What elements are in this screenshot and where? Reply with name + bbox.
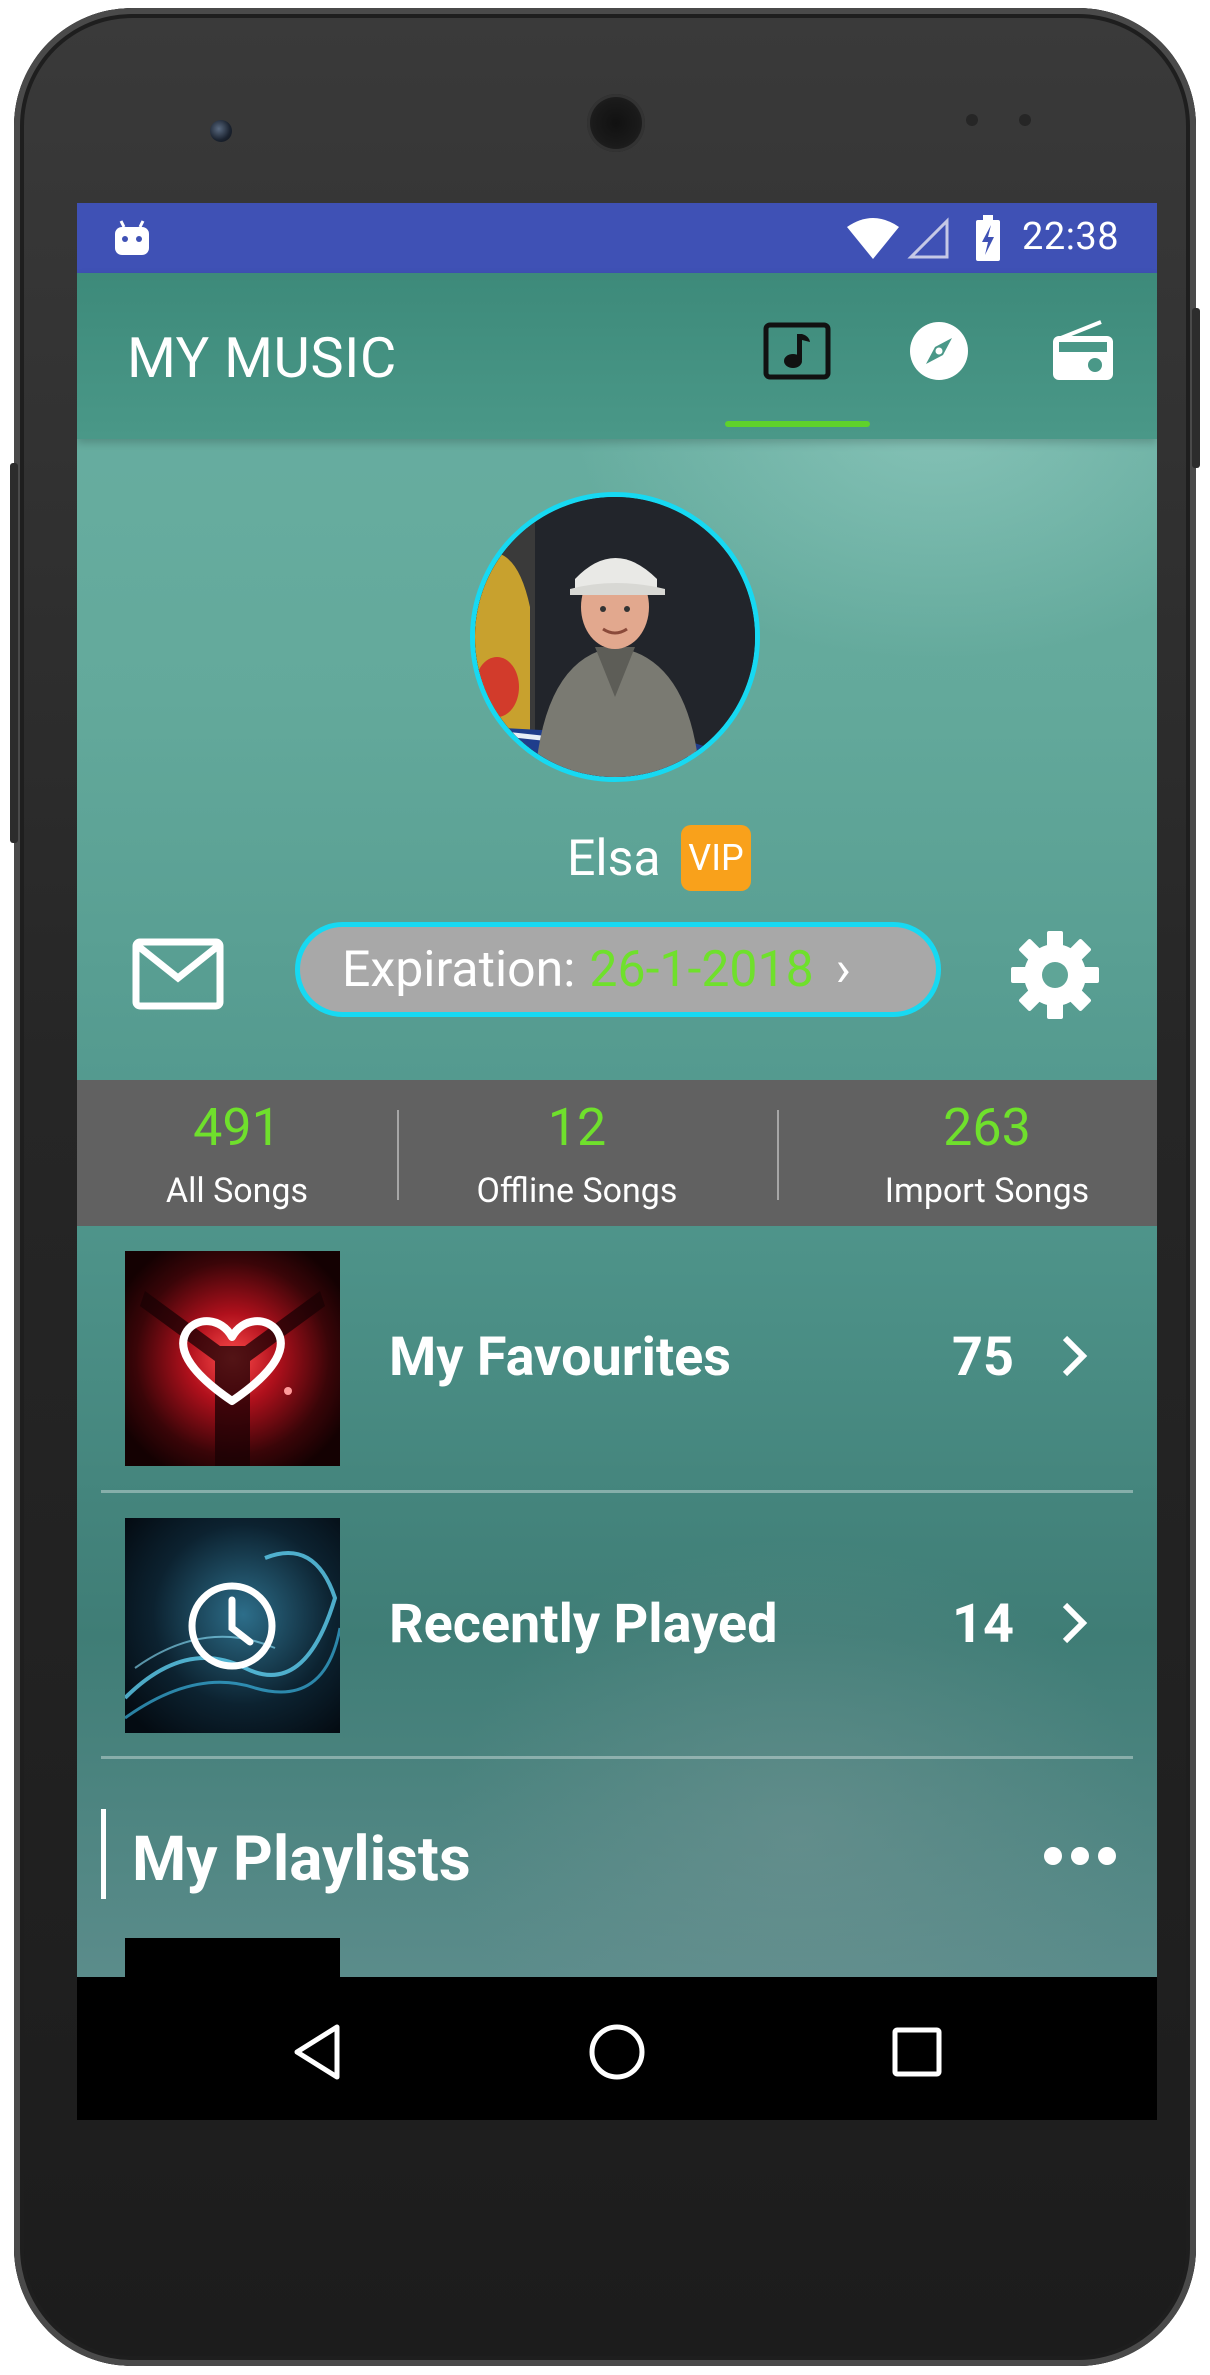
tab-discover[interactable]: [895, 311, 983, 391]
stat-import-songs[interactable]: 263 Import Songs: [837, 1080, 1137, 1226]
stat-offline-songs[interactable]: 12 Offline Songs: [457, 1080, 697, 1226]
front-camera: [210, 120, 232, 142]
stat-value: 263: [943, 1097, 1031, 1158]
list-item-favourites[interactable]: My Favourites 75: [77, 1226, 1157, 1491]
chevron-right-icon: ›: [835, 940, 851, 999]
tab-radio[interactable]: [1039, 311, 1127, 391]
list-item-title: My Favourites: [389, 1326, 732, 1389]
recently-played-thumbnail: [125, 1518, 340, 1733]
gear-icon: [1011, 931, 1099, 1019]
back-icon: [294, 2024, 340, 2080]
expiration-date: 26-1-2018: [589, 940, 814, 999]
profile-photo: [475, 497, 755, 777]
chevron-right-icon: [1062, 1335, 1088, 1377]
earpiece-speaker: [587, 94, 645, 152]
stat-label: Offline Songs: [476, 1171, 678, 1211]
favourites-thumbnail: [125, 1251, 340, 1466]
stat-divider: [397, 1110, 399, 1200]
screen: 22:38 MY MUSIC Elsa VIP Expiration: 26-1…: [77, 203, 1157, 2120]
chevron-right-icon: [1062, 1602, 1088, 1644]
status-time: 22:38: [1022, 215, 1120, 259]
cell-signal-icon: [907, 217, 949, 259]
list-item-recently-played[interactable]: Recently Played 14: [77, 1493, 1157, 1758]
phone-frame: 22:38 MY MUSIC Elsa VIP Expiration: 26-1…: [10, 8, 1200, 2366]
radio-icon: [1053, 320, 1113, 380]
proximity-sensor: [966, 114, 978, 126]
compass-icon: [910, 322, 968, 380]
volume-button: [10, 463, 18, 843]
wifi-icon: [847, 218, 899, 259]
nav-recents-button[interactable]: [882, 2017, 952, 2087]
home-icon: [589, 2024, 645, 2080]
system-nav-bar: [77, 1977, 1157, 2120]
stat-value: 491: [193, 1097, 281, 1158]
mail-icon: [132, 938, 224, 1010]
nav-back-button[interactable]: [282, 2017, 352, 2087]
stat-label: All Songs: [165, 1171, 309, 1211]
list-item-count: 75: [952, 1326, 1014, 1389]
stats-bar: 491 All Songs 12 Offline Songs 263 Impor…: [77, 1080, 1157, 1226]
playlists-header: My Playlists: [77, 1801, 1157, 1901]
nav-home-button[interactable]: [582, 2017, 652, 2087]
stat-divider: [777, 1110, 779, 1200]
avatar[interactable]: [470, 492, 760, 782]
stat-label: Import Songs: [884, 1171, 1090, 1211]
more-options-icon[interactable]: [1042, 1845, 1118, 1867]
power-button: [1192, 308, 1200, 468]
row-divider: [101, 1756, 1133, 1759]
expiration-pill[interactable]: Expiration: 26-1-2018 ›: [295, 922, 941, 1017]
vip-badge: VIP: [681, 825, 751, 891]
light-sensor: [1019, 114, 1031, 126]
expiration-label: Expiration:: [342, 940, 576, 999]
app-toolbar: MY MUSIC: [77, 273, 1157, 439]
stat-value: 12: [547, 1097, 607, 1158]
tab-indicator: [725, 421, 870, 427]
messages-button[interactable]: [132, 938, 224, 1014]
recents-icon: [892, 2027, 942, 2077]
status-bar: 22:38: [77, 203, 1157, 273]
stat-all-songs[interactable]: 491 All Songs: [137, 1080, 337, 1226]
username: Elsa: [567, 830, 661, 888]
playlist-thumbnail[interactable]: [125, 1938, 340, 1978]
section-title: My Playlists: [132, 1823, 471, 1896]
android-notification-icon: [115, 220, 149, 255]
tab-my-music[interactable]: [753, 311, 841, 391]
list-item-count: 14: [952, 1593, 1014, 1656]
list-item-title: Recently Played: [389, 1593, 778, 1656]
section-accent-bar: [101, 1809, 106, 1899]
page-title: MY MUSIC: [127, 325, 397, 391]
settings-button[interactable]: [1009, 929, 1101, 1025]
music-note-icon: [763, 322, 831, 380]
battery-charging-icon: [976, 215, 1000, 261]
